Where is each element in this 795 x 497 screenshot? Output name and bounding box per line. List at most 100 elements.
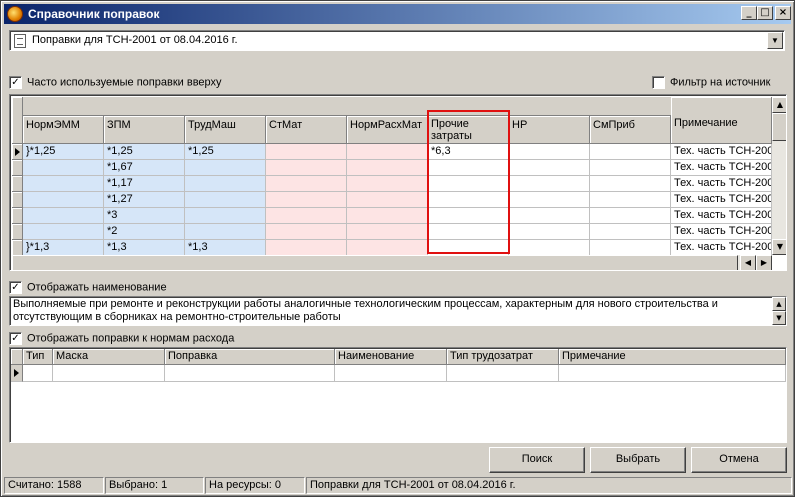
cell-nr[interactable] [509, 160, 590, 176]
cell-stmat[interactable] [266, 144, 347, 160]
cell-normrashmat[interactable] [347, 144, 428, 160]
cell-smprib[interactable] [590, 144, 671, 160]
col-header-normrashmat[interactable]: НормРасхМат [347, 116, 428, 144]
cell-note[interactable]: Тех. часть ТСН-2001 [671, 224, 772, 240]
norm-cell-type[interactable] [23, 365, 53, 382]
source-select[interactable]: Поправки для ТСН-2001 от 08.04.2016 г. ▼ [9, 30, 785, 51]
norm-cell-name[interactable] [335, 365, 447, 382]
col-header-other-costs[interactable]: Прочие затраты [428, 116, 509, 144]
col-header-trudmash[interactable]: ТрудМаш [185, 116, 266, 144]
source-filter-option[interactable]: Фильтр на источник [652, 76, 770, 90]
norm-cell-note[interactable] [559, 365, 786, 382]
cell-normemm[interactable] [23, 192, 104, 208]
cell-other-costs[interactable] [428, 240, 509, 256]
cell-trudmash[interactable] [185, 208, 266, 224]
norm-col-header-mask[interactable]: Маска [53, 349, 165, 365]
norm-col-header-note[interactable]: Примечание [559, 349, 786, 365]
cell-other-costs[interactable] [428, 176, 509, 192]
cell-zpm[interactable]: *1,27 [104, 192, 185, 208]
col-header-stmat[interactable]: СтМат [266, 116, 347, 144]
cell-normrashmat[interactable] [347, 160, 428, 176]
cell-stmat[interactable] [266, 208, 347, 224]
row-indicator[interactable] [12, 144, 23, 160]
show-name-option[interactable]: ✓ Отображать наименование [9, 281, 167, 295]
row-indicator[interactable] [12, 160, 23, 176]
cell-smprib[interactable] [590, 160, 671, 176]
cell-stmat[interactable] [266, 160, 347, 176]
cell-stmat[interactable] [266, 224, 347, 240]
cell-nr[interactable] [509, 176, 590, 192]
cell-note[interactable]: Тех. часть ТСН-2001 [671, 240, 772, 256]
cell-note[interactable]: Тех. часть ТСН-2001 [671, 176, 772, 192]
norm-col-header-labor-type[interactable]: Тип трудозатрат [447, 349, 559, 365]
col-header-zpm[interactable]: ЗПМ [104, 116, 185, 144]
cell-zpm[interactable]: *2 [104, 224, 185, 240]
cell-trudmash[interactable] [185, 160, 266, 176]
col-header-smprib[interactable]: СмПриб [590, 116, 671, 144]
norm-cell-correction[interactable] [165, 365, 335, 382]
scroll-down-button[interactable]: ▼ [772, 239, 786, 255]
row-indicator[interactable] [12, 240, 23, 256]
cell-other-costs[interactable] [428, 192, 509, 208]
desc-scroll-down-button[interactable]: ▼ [772, 311, 786, 325]
cell-normemm[interactable] [23, 176, 104, 192]
cell-other-costs[interactable] [428, 224, 509, 240]
cell-normrashmat[interactable] [347, 208, 428, 224]
cell-note[interactable]: Тех. часть ТСН-2001 [671, 208, 772, 224]
cell-trudmash[interactable] [185, 192, 266, 208]
cell-trudmash[interactable] [185, 176, 266, 192]
cell-normemm[interactable] [23, 208, 104, 224]
cell-normrashmat[interactable] [347, 192, 428, 208]
select-button[interactable]: Выбрать [590, 447, 686, 473]
close-button[interactable]: × [775, 6, 791, 20]
col-header-nr[interactable]: НР [509, 116, 590, 144]
col-header-note[interactable]: Примечание [671, 97, 772, 144]
row-indicator[interactable] [12, 192, 23, 208]
maximize-button[interactable]: □ [757, 6, 773, 20]
row-indicator[interactable] [12, 208, 23, 224]
horizontal-scroll-track[interactable] [12, 255, 740, 270]
cell-normrashmat[interactable] [347, 224, 428, 240]
horizontal-scroll-thumb[interactable] [12, 255, 738, 270]
chevron-down-icon[interactable]: ▼ [767, 32, 783, 49]
cell-smprib[interactable] [590, 224, 671, 240]
frequent-top-checkbox[interactable]: ✓ [9, 76, 22, 89]
norm-col-header-type[interactable]: Тип [23, 349, 53, 365]
cell-zpm[interactable]: *1,3 [104, 240, 185, 256]
cell-nr[interactable] [509, 144, 590, 160]
cell-normemm[interactable]: }*1,25 [23, 144, 104, 160]
scroll-up-button[interactable]: ▲ [772, 97, 786, 113]
cell-zpm[interactable]: *1,17 [104, 176, 185, 192]
cell-stmat[interactable] [266, 192, 347, 208]
row-indicator[interactable] [12, 176, 23, 192]
vertical-scroll-track[interactable] [772, 113, 786, 239]
col-header-normemm[interactable]: НормЭММ [23, 116, 104, 144]
cell-normemm[interactable]: }*1,3 [23, 240, 104, 256]
title-bar[interactable]: Справочник поправок _ □ × [4, 4, 791, 24]
norm-cell-labor-type[interactable] [447, 365, 559, 382]
cell-smprib[interactable] [590, 208, 671, 224]
scroll-left-button[interactable]: ◀ [740, 255, 756, 270]
scroll-right-button[interactable]: ▶ [756, 255, 772, 270]
cell-smprib[interactable] [590, 240, 671, 256]
norm-col-header-name[interactable]: Наименование [335, 349, 447, 365]
show-norm-corrections-checkbox[interactable]: ✓ [9, 332, 22, 345]
cell-zpm[interactable]: *1,67 [104, 160, 185, 176]
cell-nr[interactable] [509, 224, 590, 240]
cell-other-costs[interactable]: *6,3 [428, 144, 509, 160]
cell-stmat[interactable] [266, 176, 347, 192]
cell-trudmash[interactable] [185, 224, 266, 240]
cell-normrashmat[interactable] [347, 176, 428, 192]
cell-other-costs[interactable] [428, 160, 509, 176]
cell-nr[interactable] [509, 208, 590, 224]
cell-trudmash[interactable]: *1,3 [185, 240, 266, 256]
row-indicator[interactable] [12, 224, 23, 240]
cell-stmat[interactable] [266, 240, 347, 256]
minimize-button[interactable]: _ [741, 6, 757, 20]
cancel-button[interactable]: Отмена [691, 447, 787, 473]
frequent-top-option[interactable]: ✓ Часто используемые поправки вверху [9, 76, 222, 90]
cell-note[interactable]: Тех. часть ТСН-2001 [671, 160, 772, 176]
cell-trudmash[interactable]: *1,25 [185, 144, 266, 160]
cell-zpm[interactable]: *1,25 [104, 144, 185, 160]
cell-normemm[interactable] [23, 160, 104, 176]
